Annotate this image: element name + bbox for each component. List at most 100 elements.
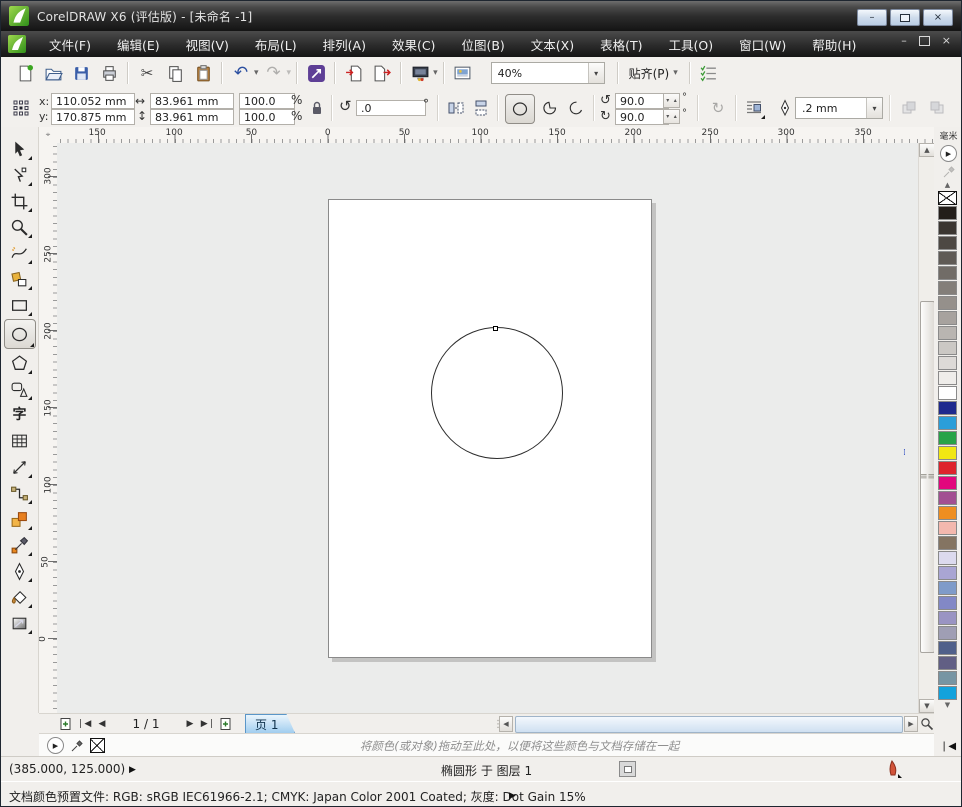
options-icon[interactable] (697, 61, 721, 85)
rotation-angle-field[interactable]: .0 (356, 100, 426, 116)
palette-color-swatch-28[interactable] (938, 611, 957, 625)
outline-pen-tool[interactable] (7, 559, 33, 583)
scroll-down-icon[interactable]: ▼ (919, 699, 935, 713)
import-icon[interactable] (342, 61, 366, 85)
horizontal-scrollbar[interactable]: ◀ ▶ (499, 714, 934, 734)
menu-item-11[interactable]: 帮助(H) (799, 31, 869, 57)
horizontal-scroll-thumb[interactable] (515, 716, 903, 733)
outline-width-dropdown-icon[interactable]: ▾ (866, 98, 882, 118)
docker-grab-handle[interactable]: ⁞ (903, 449, 906, 458)
cut-icon[interactable]: ✂ (135, 61, 159, 85)
menu-item-8[interactable]: 表格(T) (587, 31, 655, 57)
shape-tool[interactable] (7, 163, 33, 187)
table-tool[interactable] (7, 429, 33, 453)
document-icon[interactable] (8, 35, 26, 53)
palette-color-swatch-13[interactable] (938, 386, 957, 400)
palette-color-swatch-29[interactable] (938, 626, 957, 640)
scroll-left-icon[interactable]: ◀ (499, 716, 513, 732)
smart-fill-tool[interactable] (7, 267, 33, 291)
save-icon[interactable] (69, 61, 93, 85)
vertical-scrollbar[interactable]: ▲ ≡≡ ▼ (918, 143, 935, 713)
zoom-tool[interactable] (7, 215, 33, 239)
menu-item-7[interactable]: 文本(X) (518, 31, 587, 57)
previous-page-icon[interactable]: ◀ (93, 716, 111, 732)
palette-color-swatch-17[interactable] (938, 446, 957, 460)
menu-item-2[interactable]: 视图(V) (173, 31, 242, 57)
menu-item-9[interactable]: 工具(O) (656, 31, 727, 57)
palette-color-swatch-14[interactable] (938, 401, 957, 415)
palette-color-swatch-9[interactable] (938, 326, 957, 340)
menu-item-3[interactable]: 布局(L) (242, 31, 310, 57)
palette-color-swatch-11[interactable] (938, 356, 957, 370)
fill-status-icon[interactable] (619, 761, 636, 777)
scale-y-field[interactable]: 100.0 (239, 109, 295, 125)
palette-color-swatch-32[interactable] (938, 671, 957, 685)
freehand-tool[interactable] (7, 241, 33, 265)
horizontal-ruler[interactable]: 150 100 50 0 50 100 150 200 250 300 350 (57, 127, 934, 144)
palette-color-swatch-24[interactable] (938, 551, 957, 565)
launcher-dropdown-icon[interactable]: ▾ (433, 68, 438, 78)
doc-close-button[interactable]: × (942, 34, 951, 47)
outline-width-combo[interactable]: .2 mm ▾ (795, 97, 883, 119)
open-icon[interactable] (41, 61, 65, 85)
palette-color-swatch-16[interactable] (938, 431, 957, 445)
menu-item-6[interactable]: 位图(B) (448, 31, 517, 57)
next-page-icon[interactable]: ▶ (181, 716, 199, 732)
new-document-icon[interactable] (13, 61, 37, 85)
palette-color-swatch-21[interactable] (938, 506, 957, 520)
document-palette-flyout-icon[interactable]: ▶ (47, 737, 64, 754)
window-close-button[interactable]: × (923, 9, 953, 26)
pie-mode-button[interactable] (538, 96, 562, 120)
add-page-after-icon[interactable] (217, 716, 235, 732)
palette-color-swatch-22[interactable] (938, 521, 957, 535)
undo-dropdown-icon[interactable]: ▾ (254, 68, 259, 78)
welcome-screen-icon[interactable] (451, 61, 475, 85)
scale-x-field[interactable]: 100.0 (239, 93, 295, 109)
palette-scroll-down-icon[interactable]: ▼ (938, 701, 957, 709)
export-icon[interactable] (370, 61, 394, 85)
palette-color-swatch-5[interactable] (938, 266, 957, 280)
snap-dropdown-icon[interactable]: ▾ (673, 68, 678, 78)
palette-color-swatch-10[interactable] (938, 341, 957, 355)
palette-color-swatch-33[interactable] (938, 686, 957, 700)
search-content-icon[interactable] (304, 61, 328, 85)
basic-shapes-tool[interactable] (7, 377, 33, 401)
pan-zoom-icon[interactable] (918, 716, 936, 732)
document-palette-eyedropper-icon[interactable] (68, 737, 86, 755)
end-angle-field[interactable]: 90.0 (615, 109, 669, 125)
vertical-ruler[interactable]: 300 250 200 150 100 50 0 (38, 143, 58, 713)
color-profile-expand-icon[interactable]: ▶ (509, 791, 516, 801)
palette-color-swatch-19[interactable] (938, 476, 957, 490)
menu-item-10[interactable]: 窗口(W) (726, 31, 799, 57)
zoom-dropdown-icon[interactable]: ▾ (587, 63, 604, 83)
palette-eyedropper-icon[interactable] (940, 163, 958, 181)
change-direction-button[interactable]: ↻ (706, 96, 730, 120)
snap-to-button[interactable]: 贴齐(P) ▾ (623, 65, 685, 82)
scroll-up-icon[interactable]: ▲ (919, 143, 935, 157)
palette-color-swatch-1[interactable] (938, 206, 957, 220)
window-minimize-button[interactable]: – (857, 9, 887, 26)
palette-color-swatch-2[interactable] (938, 221, 957, 235)
palette-color-swatch-20[interactable] (938, 491, 957, 505)
start-angle-field[interactable]: 90.0 (615, 93, 669, 109)
drawing-canvas[interactable]: ⁞ (57, 143, 918, 713)
x-position-field[interactable]: 110.052 mm (51, 93, 135, 109)
first-page-icon[interactable]: ❘ ◀ (75, 716, 93, 732)
object-width-field[interactable]: 83.961 mm (150, 93, 234, 109)
start-angle-spinner[interactable]: ▾ ▴ (663, 93, 680, 108)
wrap-text-button[interactable] (742, 96, 766, 120)
palette-color-swatch-31[interactable] (938, 656, 957, 670)
palette-no-color-swatch[interactable] (938, 191, 957, 205)
arc-mode-button[interactable] (564, 96, 588, 120)
redo-icon[interactable]: ↷ (262, 61, 286, 85)
ellipse-node-handle[interactable] (493, 326, 498, 331)
pick-tool[interactable] (7, 137, 33, 161)
palette-color-swatch-23[interactable] (938, 536, 957, 550)
palette-color-swatch-8[interactable] (938, 311, 957, 325)
crop-tool[interactable] (7, 189, 33, 213)
print-icon[interactable] (97, 61, 121, 85)
zoom-levels-combo[interactable]: 40% ▾ (490, 62, 605, 84)
lock-ratio-icon[interactable] (305, 96, 329, 120)
palette-color-swatch-18[interactable] (938, 461, 957, 475)
ruler-origin-icon[interactable]: ⌖ (39, 127, 58, 144)
